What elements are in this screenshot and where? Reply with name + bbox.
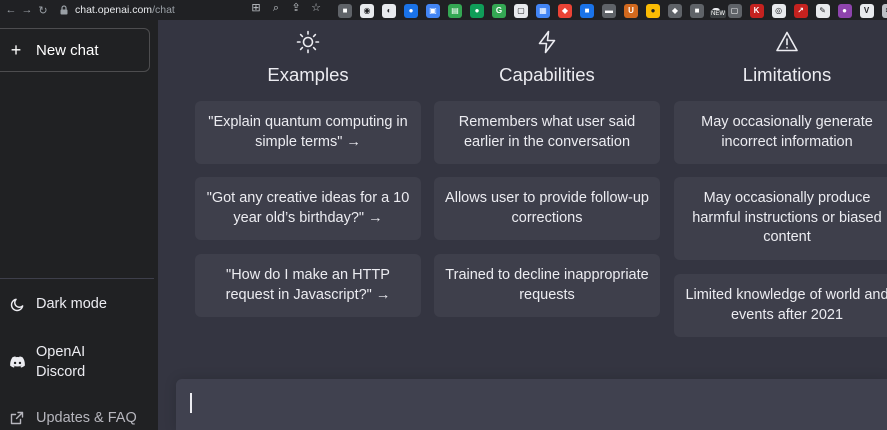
forward-icon[interactable]: → [19, 0, 35, 20]
sun-icon [296, 28, 320, 56]
message-input-container [176, 379, 887, 430]
ext-icon-10[interactable]: ▦ [536, 4, 550, 18]
share-icon[interactable]: ⇪ [290, 2, 302, 14]
ext-icon-24[interactable]: ● [837, 4, 852, 18]
dark-mode-button[interactable]: Dark mode [8, 294, 107, 314]
moon-icon [8, 294, 26, 314]
example-prompt-card[interactable]: "Got any creative ideas for a 10 year ol… [195, 177, 421, 240]
ext-icon-8[interactable]: G [492, 4, 506, 18]
lightning-icon [536, 28, 558, 56]
capability-card: Allows user to provide follow-up correct… [434, 177, 660, 240]
address-bar[interactable]: chat.openai.com/chat [59, 2, 175, 18]
zoom-icon[interactable]: ⌕ [270, 2, 282, 14]
example-prompt-card[interactable]: "Explain quantum computing in simple ter… [195, 101, 421, 164]
new-chat-button[interactable]: + New chat [0, 28, 150, 72]
browser-toolbar: ← → ↻ chat.openai.com/chat ⊞ ⌕ ⇪ ☆ ■ ◉ ◐ ● ▣… [0, 0, 887, 20]
ext-icon-16[interactable]: ◆ [668, 4, 682, 18]
extension-new-badge: NEW [710, 10, 726, 18]
ext-icon-3[interactable]: ◐ [382, 4, 396, 18]
message-input[interactable] [190, 393, 870, 417]
translate-icon[interactable]: ⊞ [250, 2, 262, 14]
ext-icon-4[interactable]: ● [404, 4, 418, 18]
ext-icon-22[interactable]: ↗ [793, 4, 808, 18]
bookmark-star-icon[interactable]: ☆ [310, 2, 322, 14]
ext-icon-12[interactable]: ■ [580, 4, 594, 18]
ext-icon-1[interactable]: ■ [338, 4, 352, 18]
discord-label: OpenAI Discord [36, 344, 86, 380]
discord-icon [8, 352, 26, 372]
ext-icon-6[interactable]: ▤ [448, 4, 462, 18]
updates-faq-link[interactable]: Updates & FAQ [8, 408, 137, 428]
ext-icon-5[interactable]: ▣ [426, 4, 440, 18]
limitations-title: Limitations [742, 64, 832, 85]
ext-icon-14[interactable]: U [624, 4, 638, 18]
examples-title: Examples [267, 64, 349, 85]
dark-mode-label: Dark mode [36, 296, 107, 312]
sidebar-divider [0, 278, 154, 279]
ext-icon-2[interactable]: ◉ [360, 4, 374, 18]
capabilities-title: Capabilities [499, 64, 595, 85]
limitation-card: Limited knowledge of world and events af… [674, 274, 887, 337]
ext-icon-20[interactable]: K [749, 4, 764, 18]
ext-icon-25[interactable]: V [859, 4, 874, 18]
discord-link[interactable]: OpenAI Discord [8, 342, 106, 382]
example-prompt-card[interactable]: "How do I make an HTTP request in Javasc… [195, 254, 421, 317]
ext-icon-17[interactable]: ■ [690, 4, 704, 18]
ext-icon-13[interactable]: ▬ [602, 4, 616, 18]
updates-faq-label: Updates & FAQ [36, 410, 137, 426]
ext-icon-19[interactable]: ▢ [727, 4, 742, 18]
ext-icon-7[interactable]: ● [470, 4, 484, 18]
ext-icon-26[interactable]: ✱ [881, 4, 887, 18]
warning-icon [775, 28, 799, 56]
ext-icon-23[interactable]: ✎ [815, 4, 830, 18]
capability-card: Remembers what user said earlier in the … [434, 101, 660, 164]
limitation-card: May occasionally produce harmful instruc… [674, 177, 887, 260]
limitation-card: May occasionally generate incorrect info… [674, 101, 887, 164]
back-icon[interactable]: ← [3, 0, 19, 20]
plus-icon: + [10, 39, 22, 60]
reload-icon[interactable]: ↻ [35, 0, 51, 20]
capability-card: Trained to decline inappropriate request… [434, 254, 660, 317]
lock-icon [59, 5, 69, 15]
url-path: /chat [152, 4, 175, 16]
text-caret [190, 393, 192, 413]
new-chat-label: New chat [36, 41, 99, 59]
main-panel: Examples "Explain quantum computing in s… [158, 20, 887, 430]
ext-icon-9[interactable]: ▢ [514, 4, 528, 18]
external-link-icon [8, 408, 26, 428]
sidebar: + New chat Dark mode OpenAI Discord Upda… [0, 20, 158, 430]
url-domain: chat.openai.com [75, 4, 153, 16]
extension-toolbar: ■◉◐●▣▤●G▢▦◆■▬U●◆■▤NEW▢K◎↗✎●V✱▥ [338, 2, 887, 20]
ext-icon-15[interactable]: ● [646, 4, 660, 18]
ext-icon-21[interactable]: ◎ [771, 4, 786, 18]
ext-icon-11[interactable]: ◆ [558, 4, 572, 18]
